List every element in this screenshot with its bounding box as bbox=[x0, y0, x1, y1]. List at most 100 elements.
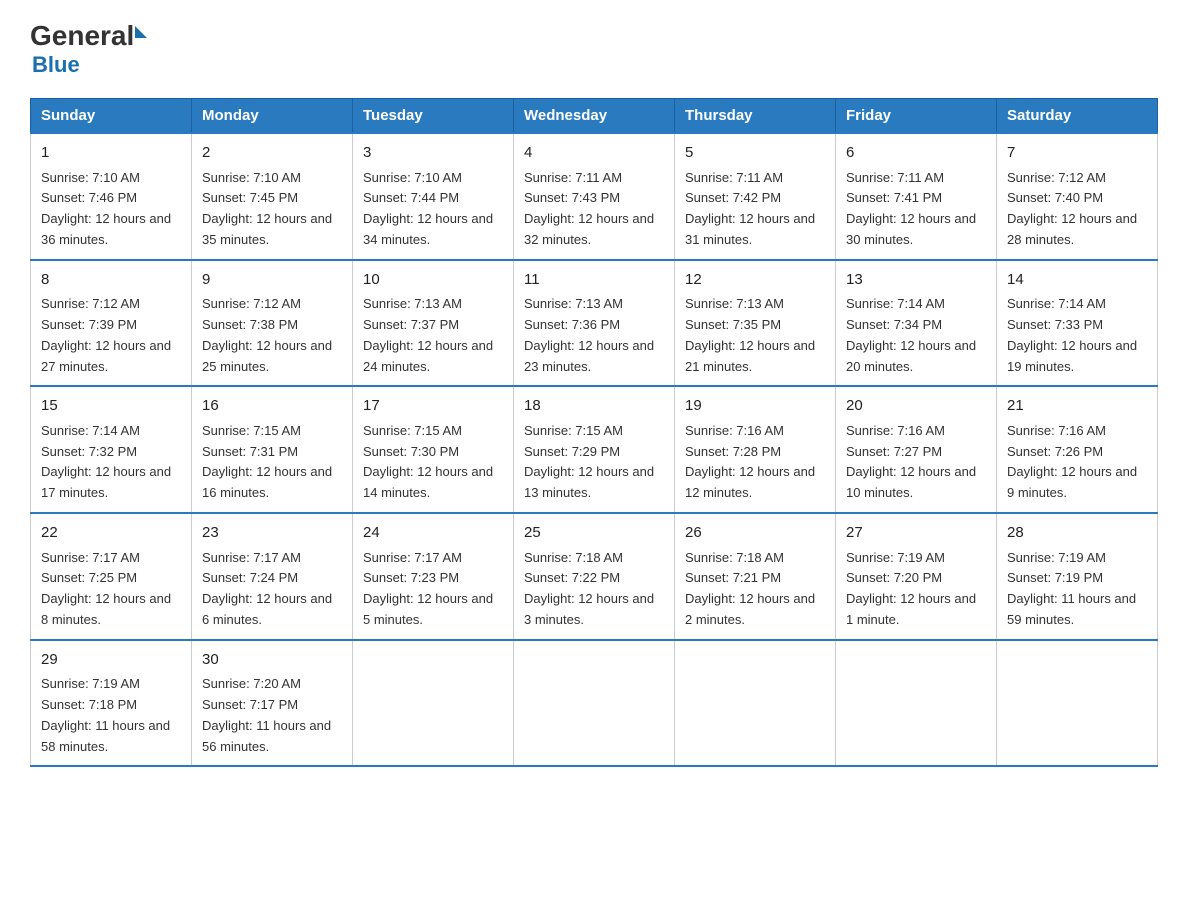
day-number: 5 bbox=[685, 142, 825, 165]
day-number: 17 bbox=[363, 395, 503, 418]
calendar-cell: 9 Sunrise: 7:12 AMSunset: 7:38 PMDayligh… bbox=[192, 260, 353, 387]
day-info: Sunrise: 7:17 AMSunset: 7:23 PMDaylight:… bbox=[363, 550, 493, 627]
day-number: 2 bbox=[202, 142, 342, 165]
day-info: Sunrise: 7:15 AMSunset: 7:29 PMDaylight:… bbox=[524, 423, 654, 500]
day-number: 3 bbox=[363, 142, 503, 165]
day-number: 24 bbox=[363, 522, 503, 545]
day-info: Sunrise: 7:11 AMSunset: 7:43 PMDaylight:… bbox=[524, 170, 654, 247]
day-number: 27 bbox=[846, 522, 986, 545]
calendar-cell: 13 Sunrise: 7:14 AMSunset: 7:34 PMDaylig… bbox=[836, 260, 997, 387]
calendar-cell: 16 Sunrise: 7:15 AMSunset: 7:31 PMDaylig… bbox=[192, 386, 353, 513]
logo-blue-text: Blue bbox=[32, 52, 147, 78]
calendar-cell: 22 Sunrise: 7:17 AMSunset: 7:25 PMDaylig… bbox=[31, 513, 192, 640]
day-info: Sunrise: 7:18 AMSunset: 7:21 PMDaylight:… bbox=[685, 550, 815, 627]
day-number: 28 bbox=[1007, 522, 1147, 545]
day-number: 21 bbox=[1007, 395, 1147, 418]
calendar-cell: 20 Sunrise: 7:16 AMSunset: 7:27 PMDaylig… bbox=[836, 386, 997, 513]
week-row-2: 8 Sunrise: 7:12 AMSunset: 7:39 PMDayligh… bbox=[31, 260, 1158, 387]
calendar-cell: 3 Sunrise: 7:10 AMSunset: 7:44 PMDayligh… bbox=[353, 133, 514, 260]
page-header: General Blue bbox=[30, 20, 1158, 78]
calendar-cell: 2 Sunrise: 7:10 AMSunset: 7:45 PMDayligh… bbox=[192, 133, 353, 260]
calendar-cell: 6 Sunrise: 7:11 AMSunset: 7:41 PMDayligh… bbox=[836, 133, 997, 260]
weekday-header-friday: Friday bbox=[836, 99, 997, 134]
day-info: Sunrise: 7:19 AMSunset: 7:19 PMDaylight:… bbox=[1007, 550, 1136, 627]
day-info: Sunrise: 7:10 AMSunset: 7:45 PMDaylight:… bbox=[202, 170, 332, 247]
calendar-cell: 8 Sunrise: 7:12 AMSunset: 7:39 PMDayligh… bbox=[31, 260, 192, 387]
day-info: Sunrise: 7:10 AMSunset: 7:46 PMDaylight:… bbox=[41, 170, 171, 247]
day-number: 9 bbox=[202, 269, 342, 292]
day-info: Sunrise: 7:16 AMSunset: 7:27 PMDaylight:… bbox=[846, 423, 976, 500]
day-info: Sunrise: 7:14 AMSunset: 7:33 PMDaylight:… bbox=[1007, 296, 1137, 373]
day-info: Sunrise: 7:11 AMSunset: 7:42 PMDaylight:… bbox=[685, 170, 815, 247]
week-row-1: 1 Sunrise: 7:10 AMSunset: 7:46 PMDayligh… bbox=[31, 133, 1158, 260]
day-number: 22 bbox=[41, 522, 181, 545]
day-number: 10 bbox=[363, 269, 503, 292]
day-info: Sunrise: 7:18 AMSunset: 7:22 PMDaylight:… bbox=[524, 550, 654, 627]
day-info: Sunrise: 7:19 AMSunset: 7:20 PMDaylight:… bbox=[846, 550, 976, 627]
day-number: 25 bbox=[524, 522, 664, 545]
calendar-cell: 29 Sunrise: 7:19 AMSunset: 7:18 PMDaylig… bbox=[31, 640, 192, 767]
day-info: Sunrise: 7:17 AMSunset: 7:25 PMDaylight:… bbox=[41, 550, 171, 627]
day-info: Sunrise: 7:12 AMSunset: 7:40 PMDaylight:… bbox=[1007, 170, 1137, 247]
day-info: Sunrise: 7:13 AMSunset: 7:35 PMDaylight:… bbox=[685, 296, 815, 373]
day-info: Sunrise: 7:12 AMSunset: 7:39 PMDaylight:… bbox=[41, 296, 171, 373]
day-info: Sunrise: 7:14 AMSunset: 7:32 PMDaylight:… bbox=[41, 423, 171, 500]
calendar-cell: 1 Sunrise: 7:10 AMSunset: 7:46 PMDayligh… bbox=[31, 133, 192, 260]
day-number: 15 bbox=[41, 395, 181, 418]
weekday-header-wednesday: Wednesday bbox=[514, 99, 675, 134]
day-number: 14 bbox=[1007, 269, 1147, 292]
calendar-cell: 30 Sunrise: 7:20 AMSunset: 7:17 PMDaylig… bbox=[192, 640, 353, 767]
day-number: 4 bbox=[524, 142, 664, 165]
calendar-cell: 5 Sunrise: 7:11 AMSunset: 7:42 PMDayligh… bbox=[675, 133, 836, 260]
day-number: 13 bbox=[846, 269, 986, 292]
calendar-cell bbox=[997, 640, 1158, 767]
calendar-cell: 10 Sunrise: 7:13 AMSunset: 7:37 PMDaylig… bbox=[353, 260, 514, 387]
day-number: 7 bbox=[1007, 142, 1147, 165]
day-info: Sunrise: 7:16 AMSunset: 7:26 PMDaylight:… bbox=[1007, 423, 1137, 500]
calendar-cell: 7 Sunrise: 7:12 AMSunset: 7:40 PMDayligh… bbox=[997, 133, 1158, 260]
logo-triangle-icon bbox=[135, 26, 147, 38]
logo-general-text: General bbox=[30, 20, 134, 52]
day-info: Sunrise: 7:15 AMSunset: 7:30 PMDaylight:… bbox=[363, 423, 493, 500]
week-row-3: 15 Sunrise: 7:14 AMSunset: 7:32 PMDaylig… bbox=[31, 386, 1158, 513]
calendar-table: SundayMondayTuesdayWednesdayThursdayFrid… bbox=[30, 98, 1158, 767]
day-info: Sunrise: 7:10 AMSunset: 7:44 PMDaylight:… bbox=[363, 170, 493, 247]
calendar-cell: 18 Sunrise: 7:15 AMSunset: 7:29 PMDaylig… bbox=[514, 386, 675, 513]
week-row-4: 22 Sunrise: 7:17 AMSunset: 7:25 PMDaylig… bbox=[31, 513, 1158, 640]
calendar-cell: 25 Sunrise: 7:18 AMSunset: 7:22 PMDaylig… bbox=[514, 513, 675, 640]
calendar-cell bbox=[836, 640, 997, 767]
weekday-header-tuesday: Tuesday bbox=[353, 99, 514, 134]
day-info: Sunrise: 7:13 AMSunset: 7:37 PMDaylight:… bbox=[363, 296, 493, 373]
day-number: 1 bbox=[41, 142, 181, 165]
calendar-cell: 11 Sunrise: 7:13 AMSunset: 7:36 PMDaylig… bbox=[514, 260, 675, 387]
calendar-cell: 28 Sunrise: 7:19 AMSunset: 7:19 PMDaylig… bbox=[997, 513, 1158, 640]
calendar-cell bbox=[675, 640, 836, 767]
day-number: 23 bbox=[202, 522, 342, 545]
day-number: 8 bbox=[41, 269, 181, 292]
weekday-header-monday: Monday bbox=[192, 99, 353, 134]
day-number: 6 bbox=[846, 142, 986, 165]
day-number: 26 bbox=[685, 522, 825, 545]
weekday-header-saturday: Saturday bbox=[997, 99, 1158, 134]
day-number: 19 bbox=[685, 395, 825, 418]
day-info: Sunrise: 7:16 AMSunset: 7:28 PMDaylight:… bbox=[685, 423, 815, 500]
day-info: Sunrise: 7:11 AMSunset: 7:41 PMDaylight:… bbox=[846, 170, 976, 247]
day-number: 18 bbox=[524, 395, 664, 418]
calendar-cell: 27 Sunrise: 7:19 AMSunset: 7:20 PMDaylig… bbox=[836, 513, 997, 640]
calendar-cell: 17 Sunrise: 7:15 AMSunset: 7:30 PMDaylig… bbox=[353, 386, 514, 513]
calendar-cell bbox=[514, 640, 675, 767]
day-info: Sunrise: 7:20 AMSunset: 7:17 PMDaylight:… bbox=[202, 676, 331, 753]
calendar-cell: 19 Sunrise: 7:16 AMSunset: 7:28 PMDaylig… bbox=[675, 386, 836, 513]
day-info: Sunrise: 7:14 AMSunset: 7:34 PMDaylight:… bbox=[846, 296, 976, 373]
calendar-cell: 14 Sunrise: 7:14 AMSunset: 7:33 PMDaylig… bbox=[997, 260, 1158, 387]
calendar-cell bbox=[353, 640, 514, 767]
day-info: Sunrise: 7:19 AMSunset: 7:18 PMDaylight:… bbox=[41, 676, 170, 753]
week-row-5: 29 Sunrise: 7:19 AMSunset: 7:18 PMDaylig… bbox=[31, 640, 1158, 767]
day-info: Sunrise: 7:17 AMSunset: 7:24 PMDaylight:… bbox=[202, 550, 332, 627]
calendar-cell: 4 Sunrise: 7:11 AMSunset: 7:43 PMDayligh… bbox=[514, 133, 675, 260]
day-number: 12 bbox=[685, 269, 825, 292]
weekday-header-thursday: Thursday bbox=[675, 99, 836, 134]
day-number: 30 bbox=[202, 649, 342, 672]
logo: General Blue bbox=[30, 20, 147, 78]
calendar-cell: 12 Sunrise: 7:13 AMSunset: 7:35 PMDaylig… bbox=[675, 260, 836, 387]
